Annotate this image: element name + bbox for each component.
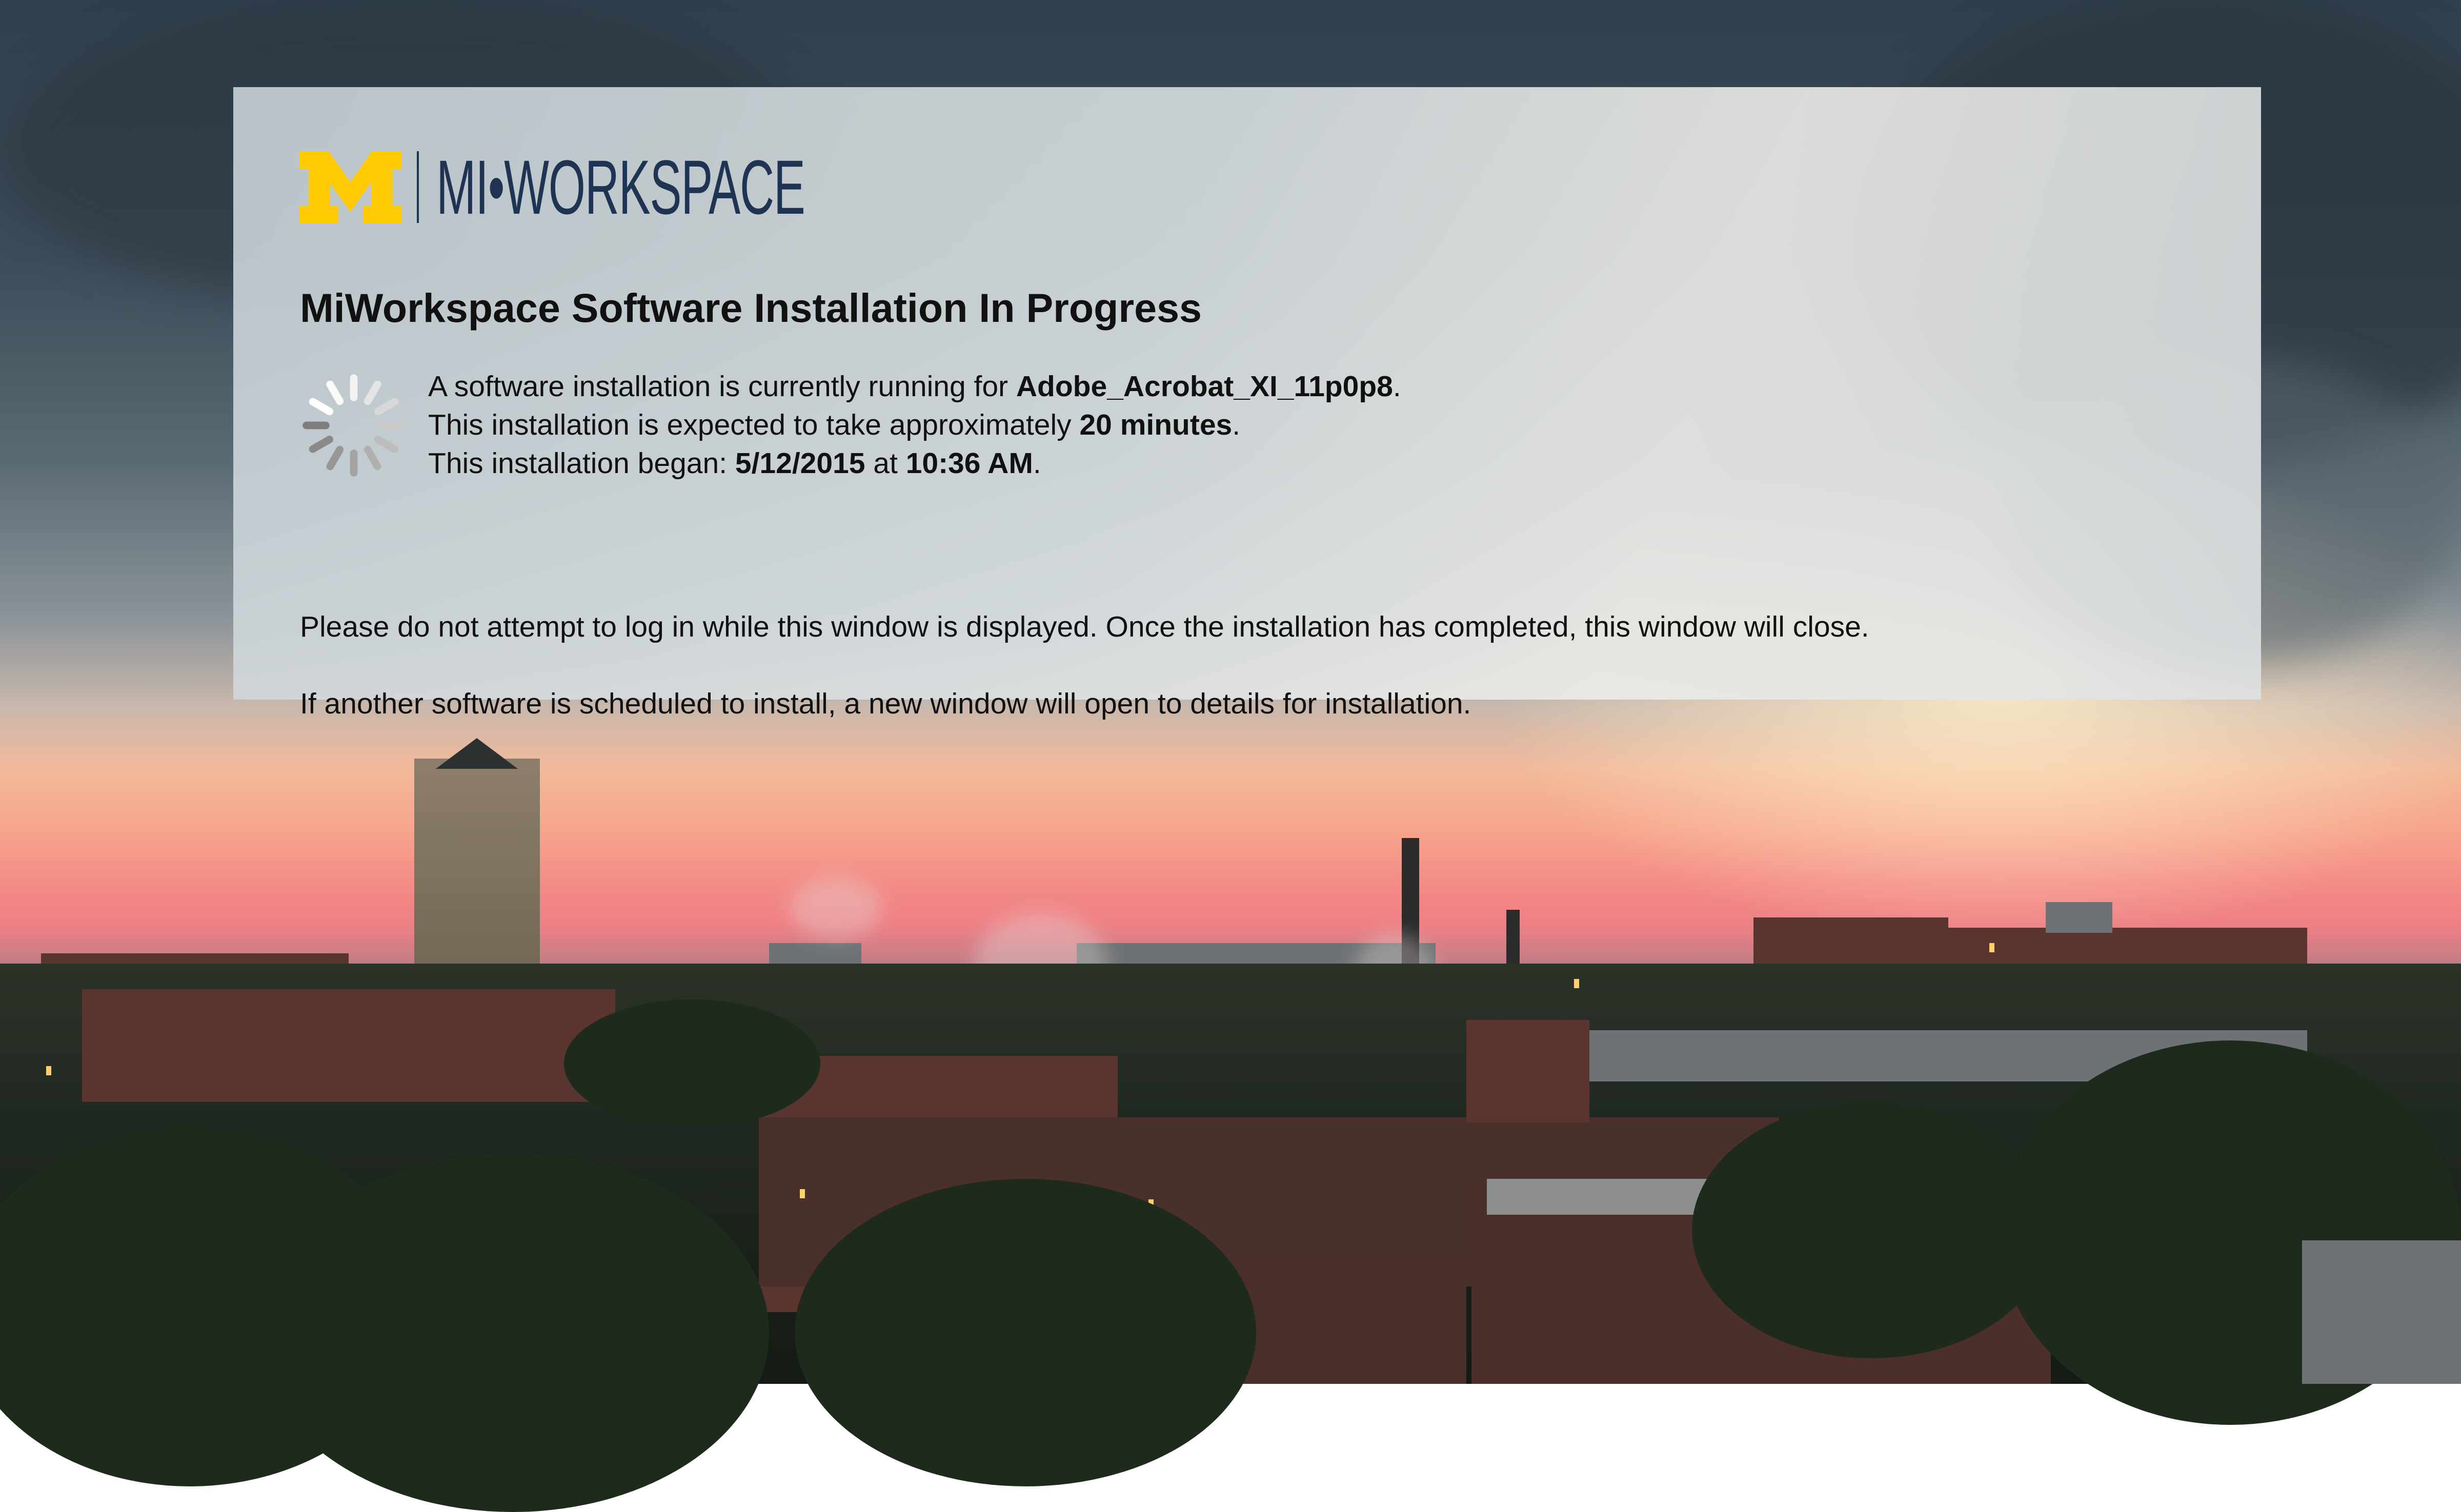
block-m-logo-icon [299,151,401,223]
software-name: Adobe_Acrobat_XI_11p0p8 [1016,370,1393,403]
login-notice: Please do not attempt to log in while th… [300,610,1869,643]
start-line-suffix: . [1033,447,1041,480]
software-line-prefix: A software installation is currently run… [428,370,1016,403]
logo-wordmark: MI•WORKSPACE [436,144,805,230]
next-install-notice: If another software is scheduled to inst… [300,687,1471,720]
installation-dialog: MI•WORKSPACE MiWorkspace Software Instal… [233,87,2261,720]
dialog-title: MiWorkspace Software Installation In Pro… [300,285,1202,331]
software-line: A software installation is currently run… [428,367,1401,406]
install-start-time: 10:36 AM [905,447,1033,480]
start-line-prefix: This installation began: [428,447,735,480]
installation-details: A software installation is currently run… [428,367,1401,483]
duration-line: This installation is expected to take ap… [428,406,1401,444]
start-time-line: This installation began: 5/12/2015 at 10… [428,444,1401,483]
miworkspace-logo: MI•WORKSPACE [299,144,1031,230]
loading-spinner-icon [302,374,405,477]
start-line-mid: at [865,447,906,480]
install-start-date: 5/12/2015 [735,447,865,480]
software-line-suffix: . [1393,370,1401,403]
duration-line-suffix: . [1232,408,1241,441]
duration-line-prefix: This installation is expected to take ap… [428,408,1080,441]
install-duration: 20 minutes [1079,408,1233,441]
logo-divider [417,151,419,223]
